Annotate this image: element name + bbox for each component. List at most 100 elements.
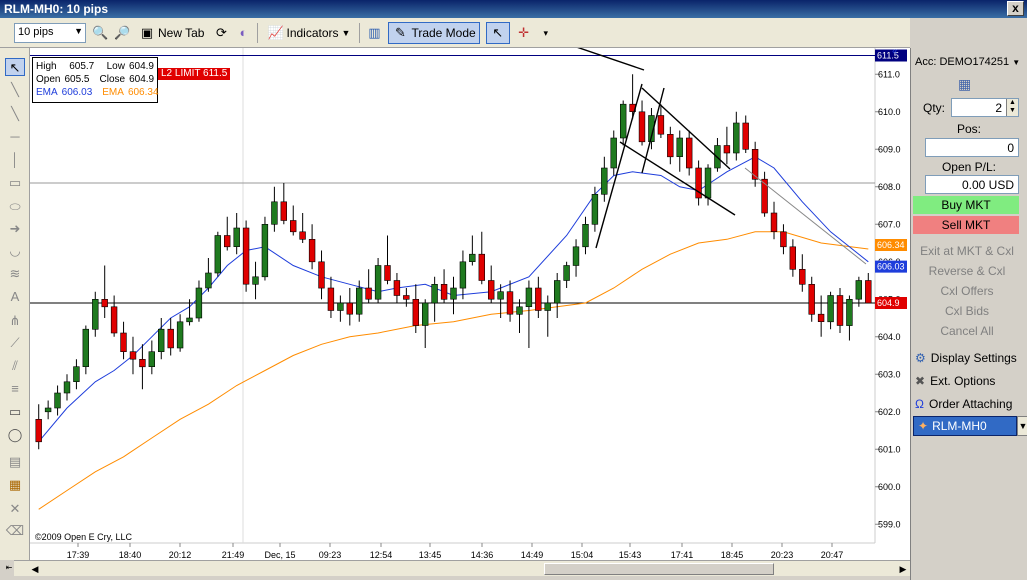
candle[interactable] <box>214 231 221 277</box>
symbol-select[interactable]: ✦ RLM-MH0 <box>913 416 1017 436</box>
buy-market-button[interactable]: Buy MKT <box>913 196 1019 214</box>
open-label: Open <box>36 74 61 85</box>
line-tool-icon[interactable]: ╲ <box>5 81 25 99</box>
candle-body-up <box>205 272 212 289</box>
ohlc-infobox: High 605.7 Low 604.9 Open 605.5 Close 604.9 EM… <box>32 57 159 103</box>
price-chart[interactable]: 599.0600.0601.0602.0603.0604.0605.0606.0… <box>30 48 910 560</box>
refresh-icon[interactable]: ⟳ <box>213 25 229 41</box>
cycle-tool-icon[interactable]: ≡ <box>5 380 25 398</box>
ema-slow-label: EMA <box>102 87 124 98</box>
reverse-button[interactable]: Reverse & Cxl <box>913 264 1021 278</box>
close-button[interactable]: x <box>1007 1 1024 16</box>
candle-body-up <box>148 351 156 368</box>
candle[interactable] <box>261 216 269 281</box>
candle[interactable] <box>242 220 250 292</box>
style-icon[interactable]: ◐ <box>235 25 251 41</box>
circle-tool-icon[interactable]: ◯ <box>5 426 25 444</box>
trade-mode-button[interactable]: ✎ Trade Mode <box>388 21 480 44</box>
new-tab-icon: ▣ <box>140 24 154 40</box>
symbol-label: RLM-MH0 <box>932 419 987 433</box>
properties-tool-icon[interactable]: ▤ <box>5 453 25 471</box>
cursor-tool-button[interactable]: ↖ <box>485 21 510 44</box>
ray-tool-icon[interactable]: ╲ <box>5 105 25 123</box>
interval-select[interactable]: 10 pips ▼ <box>14 22 86 43</box>
cancel-offers-button[interactable]: Cxl Offers <box>913 284 1021 298</box>
template-tool-icon[interactable]: ▦ <box>5 476 25 494</box>
select-tool-icon[interactable]: ↖ <box>5 58 25 76</box>
arc-tool-icon[interactable]: ◡ <box>5 242 25 260</box>
candle-body-down <box>308 239 316 263</box>
horizontal-line-icon[interactable]: ─ <box>5 128 25 146</box>
scrollbar-thumb[interactable] <box>544 563 774 575</box>
indicators-button[interactable]: 📈 Indicators ▼ <box>264 22 353 44</box>
arrow-tool-icon[interactable]: ➜ <box>5 220 25 238</box>
channel-tool-icon[interactable]: ▭ <box>5 174 25 192</box>
sell-market-button[interactable]: Sell MKT <box>913 216 1019 234</box>
candle-body-up <box>54 392 61 409</box>
fibonacci-tool-icon[interactable]: ≋ <box>5 265 25 283</box>
gann-tool-icon[interactable]: ⟋ <box>5 334 25 352</box>
speed-lines-icon[interactable]: ⫽ <box>5 357 25 375</box>
qty-input[interactable]: 2 ▲ ▼ <box>951 98 1019 117</box>
candle-body-down <box>289 220 297 233</box>
ema-slow-value: 606.34 <box>127 87 159 98</box>
text-tool-icon[interactable]: A <box>5 288 25 306</box>
close-label: Close <box>99 74 126 85</box>
calculator-icon[interactable]: ▦ <box>958 76 971 93</box>
scroll-left-icon[interactable]: ◀ <box>28 562 42 576</box>
collapse-panel-icon[interactable]: « <box>892 48 898 57</box>
candle-body-up <box>610 137 617 169</box>
delete-all-tool-icon[interactable]: ⌫ <box>5 522 25 540</box>
time-tick-label: 20:23 <box>771 550 794 560</box>
candle-body-down <box>224 235 231 248</box>
price-tag-label: 606.34 <box>877 240 905 250</box>
new-tab-button[interactable]: ▣ New Tab <box>136 22 207 44</box>
ellipse-tool-icon[interactable]: ⬭ <box>5 198 25 216</box>
candle-body-down <box>657 115 665 135</box>
candle-body-down <box>638 111 646 143</box>
time-tick-label: 18:45 <box>721 550 744 560</box>
account-select[interactable]: Acc: DEMO174251 ▼ <box>915 56 1025 68</box>
candle-body-down <box>761 178 768 214</box>
vertical-line-icon[interactable]: │ <box>5 151 25 169</box>
chevron-down-icon[interactable]: ▼ <box>1017 416 1027 436</box>
crosshair-icon[interactable]: ✛ <box>516 25 532 41</box>
cancel-all-button[interactable]: Cancel All <box>913 324 1021 338</box>
horizontal-scrollbar[interactable]: ◀ ▶ <box>14 560 910 576</box>
delete-tool-icon[interactable]: ✕ <box>5 500 25 518</box>
price-tick-label: 600.0 <box>878 482 901 492</box>
candle-body-up <box>233 227 240 248</box>
candle-body-up <box>44 407 52 413</box>
exit-market-button[interactable]: Exit at MKT & Cxl <box>913 244 1021 258</box>
chart-area[interactable]: 599.0600.0601.0602.0603.0604.0605.0606.0… <box>30 48 910 560</box>
pitchfork-tool-icon[interactable]: ⋔ <box>5 312 25 330</box>
candle-body-down <box>139 358 146 368</box>
phone-icon[interactable]: ▥ <box>366 25 382 41</box>
price-tick-label: 611.0 <box>878 69 900 79</box>
candle-body-up <box>572 246 580 266</box>
candle-body-down <box>742 122 749 150</box>
copyright-text: ©2009 Open E Cry, LLC <box>35 532 133 542</box>
candle-body-down <box>865 280 872 304</box>
ext-options-button[interactable]: ✖ Ext. Options <box>915 371 1025 391</box>
indicators-icon: 📈 <box>267 24 284 40</box>
zoom-in-icon[interactable]: 🔍 <box>92 25 108 41</box>
time-tick-label: 20:47 <box>821 550 844 560</box>
candle-body-down <box>129 351 137 360</box>
display-settings-button[interactable]: ⚙ Display Settings <box>915 348 1025 368</box>
scroll-right-icon[interactable]: ▶ <box>896 562 910 576</box>
limit-order-tag[interactable]: L2 LIMIT 611.5 <box>158 68 231 80</box>
toolbar-overflow-icon[interactable]: ▾ <box>538 25 554 41</box>
candle-body-down <box>393 280 401 296</box>
candle[interactable] <box>82 325 90 375</box>
qty-spinner-icon[interactable]: ▲ ▼ <box>1006 99 1018 116</box>
zoom-out-icon[interactable]: 🔎 <box>114 25 130 41</box>
symbol-icon: ✦ <box>918 419 929 433</box>
close-value: 604.9 <box>129 74 155 85</box>
rectangle-tool-icon[interactable]: ▭ <box>5 403 25 421</box>
candle-body-up <box>214 235 221 274</box>
candle-body-up <box>355 287 363 315</box>
cancel-bids-button[interactable]: Cxl Bids <box>913 304 1021 318</box>
order-attaching-button[interactable]: Ω Order Attaching <box>915 394 1025 414</box>
candle-body-up <box>619 103 627 139</box>
